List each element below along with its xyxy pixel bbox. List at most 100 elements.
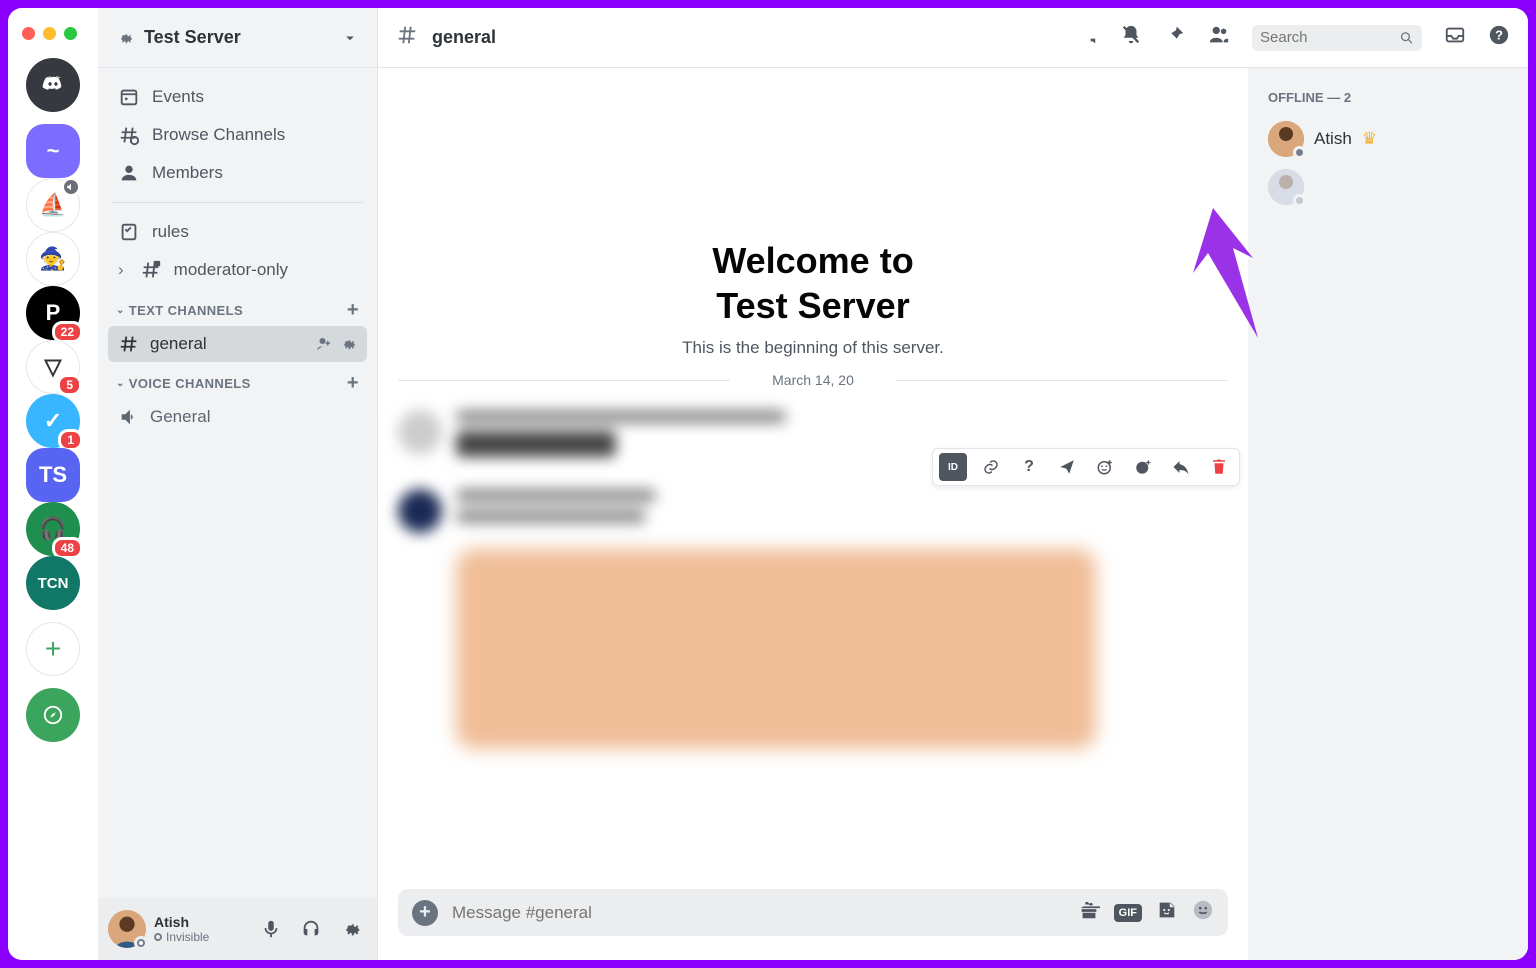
server-item[interactable]: TCN bbox=[26, 556, 80, 610]
add-channel-button[interactable]: + bbox=[347, 372, 359, 395]
user-settings-button[interactable] bbox=[335, 913, 367, 945]
action-send[interactable] bbox=[1053, 453, 1081, 481]
server-item[interactable]: ⛵ bbox=[26, 178, 80, 232]
notifications-button[interactable] bbox=[1120, 24, 1142, 51]
server-item[interactable]: ▽5 bbox=[26, 340, 80, 394]
inbox-button[interactable] bbox=[1444, 24, 1466, 51]
channel-sidebar: Test Server Events Browse Channels Members… bbox=[98, 8, 378, 960]
server-label: ✓ bbox=[44, 408, 62, 434]
close-window-button[interactable] bbox=[22, 27, 35, 40]
people-icon bbox=[1208, 24, 1230, 46]
category-header[interactable]: ⌄TEXT CHANNELS+ bbox=[108, 289, 367, 326]
help-button[interactable]: ? bbox=[1488, 24, 1510, 51]
sidebar-link-label: Members bbox=[152, 163, 223, 183]
category-header[interactable]: ⌄ VOICE CHANNELS + bbox=[108, 362, 367, 399]
action-delete[interactable] bbox=[1205, 453, 1233, 481]
server-item[interactable]: ~ bbox=[26, 124, 80, 178]
member-avatar bbox=[1268, 169, 1304, 205]
invite-icon[interactable] bbox=[315, 335, 333, 353]
channel-general[interactable]: General bbox=[108, 399, 367, 435]
action-help[interactable]: ? bbox=[1015, 453, 1043, 481]
emoji-icon bbox=[1192, 899, 1214, 921]
sidebar-link-members[interactable]: Members bbox=[108, 154, 367, 192]
voice-indicator bbox=[61, 177, 81, 197]
channel-rules[interactable]: rules bbox=[108, 213, 367, 251]
member-name: Atish bbox=[1314, 129, 1352, 149]
headphones-icon bbox=[300, 918, 322, 940]
deafen-button[interactable] bbox=[295, 913, 327, 945]
members-icon bbox=[118, 162, 140, 184]
user-name: Atish bbox=[154, 914, 247, 930]
server-item[interactable]: TS bbox=[26, 448, 80, 502]
emoji-button[interactable] bbox=[1192, 899, 1214, 926]
speaker-icon bbox=[118, 406, 140, 428]
channel-general[interactable]: general bbox=[108, 326, 367, 362]
hash-icon bbox=[396, 24, 418, 51]
action-reply[interactable] bbox=[1167, 453, 1195, 481]
attach-button[interactable]: + bbox=[412, 900, 438, 926]
sticker-button[interactable] bbox=[1156, 899, 1178, 926]
channel-label: moderator-only bbox=[174, 260, 288, 280]
sidebar-link-events[interactable]: Events bbox=[108, 78, 367, 116]
composer-input[interactable] bbox=[452, 903, 1064, 923]
mic-icon bbox=[260, 918, 282, 940]
member-avatar bbox=[1268, 121, 1304, 157]
chat-area: general ? bbox=[378, 8, 1528, 960]
minimize-window-button[interactable] bbox=[43, 27, 56, 40]
explore-button[interactable] bbox=[26, 688, 80, 742]
server-item[interactable]: P22 bbox=[26, 286, 80, 340]
badge: 5 bbox=[57, 374, 82, 396]
events-icon bbox=[118, 86, 140, 108]
action-add-reaction[interactable] bbox=[1091, 453, 1119, 481]
gif-button[interactable]: GIF bbox=[1114, 904, 1142, 922]
message-list[interactable]: Welcome toTest Server This is the beginn… bbox=[378, 68, 1248, 889]
sidebar-link-browse channels[interactable]: Browse Channels bbox=[108, 116, 367, 154]
chevron-down-icon: ⌄ bbox=[116, 378, 125, 389]
trash-icon bbox=[1210, 458, 1228, 476]
search-icon bbox=[1399, 29, 1414, 47]
channel-label: General bbox=[150, 407, 357, 427]
action-copy-link[interactable] bbox=[977, 453, 1005, 481]
category-label: VOICE CHANNELS bbox=[129, 376, 251, 391]
mute-button[interactable] bbox=[255, 913, 287, 945]
server-label: 🧙 bbox=[39, 246, 66, 272]
action-super-reaction[interactable] bbox=[1129, 453, 1157, 481]
threads-button[interactable] bbox=[1076, 24, 1098, 51]
inbox-icon bbox=[1444, 24, 1466, 46]
offline-header: OFFLINE — 2 bbox=[1260, 86, 1516, 115]
search-input[interactable] bbox=[1260, 29, 1393, 46]
gift-button[interactable] bbox=[1078, 899, 1100, 926]
server-item[interactable]: ✓1 bbox=[26, 394, 80, 448]
action-copy-id[interactable]: ID bbox=[939, 453, 967, 481]
reply-icon bbox=[1172, 458, 1190, 476]
pin-icon bbox=[1164, 24, 1186, 46]
member-row[interactable]: Atish ♛ bbox=[1260, 115, 1516, 163]
add-server-button[interactable]: + bbox=[26, 622, 80, 676]
divider bbox=[112, 202, 363, 203]
maximize-window-button[interactable] bbox=[64, 27, 77, 40]
paper-plane-icon bbox=[1058, 458, 1076, 476]
server-header[interactable]: Test Server bbox=[98, 8, 377, 68]
server-rail: ~⛵ 🧙 P22▽5✓1TS🎧48TCN + bbox=[8, 8, 98, 960]
sidebar-link-label: Events bbox=[152, 87, 204, 107]
server-item[interactable]: 🎧48 bbox=[26, 502, 80, 556]
blurred-embed bbox=[456, 549, 1096, 749]
hash-icon bbox=[118, 333, 140, 355]
pinned-button[interactable] bbox=[1164, 24, 1186, 51]
add-channel-button[interactable]: + bbox=[347, 299, 359, 322]
help-icon: ? bbox=[1488, 24, 1510, 46]
channel-moderator-only[interactable]: ›moderator-only bbox=[108, 251, 367, 289]
welcome-title-1: Welcome to bbox=[712, 240, 913, 281]
member-row[interactable] bbox=[1260, 163, 1516, 211]
compass-icon bbox=[42, 704, 64, 726]
rules-icon bbox=[118, 221, 140, 243]
server-item[interactable]: 🧙 bbox=[26, 232, 80, 286]
home-button[interactable] bbox=[26, 58, 80, 112]
gift-icon bbox=[1078, 899, 1100, 921]
search-box[interactable] bbox=[1252, 25, 1422, 51]
category-label: TEXT CHANNELS bbox=[129, 303, 243, 318]
memberlist-toggle-button[interactable] bbox=[1208, 24, 1230, 51]
gear-icon[interactable] bbox=[339, 335, 357, 353]
sidebar-link-label: Browse Channels bbox=[152, 125, 285, 145]
svg-text:?: ? bbox=[1495, 28, 1503, 43]
